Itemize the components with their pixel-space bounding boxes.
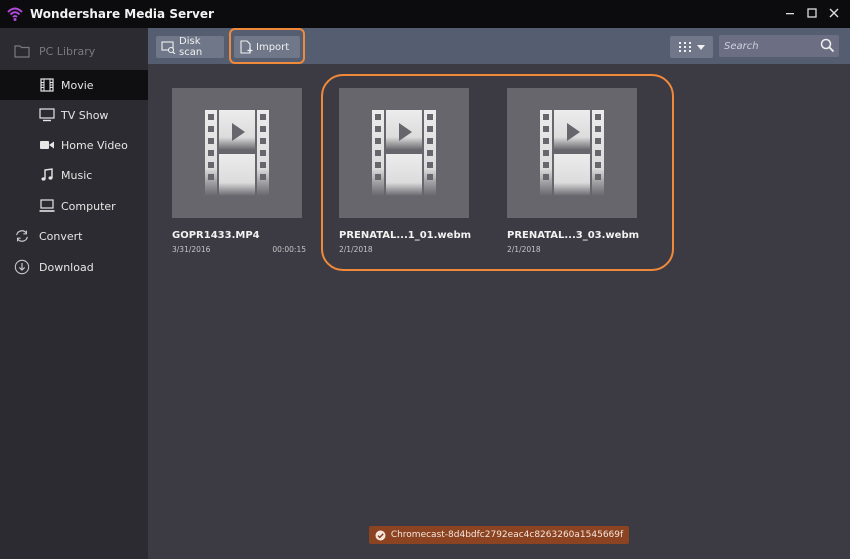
sidebar-item-computer[interactable]: Computer — [0, 191, 148, 221]
sidebar-item-download[interactable]: Download — [0, 252, 148, 282]
sidebar-item-label: Computer — [61, 199, 116, 213]
sidebar-item-label: Movie — [61, 78, 94, 92]
film-strip-play-icon — [205, 110, 269, 196]
wifi-logo-icon — [6, 5, 24, 23]
sidebar-item-label: Convert — [39, 229, 83, 243]
view-mode-button[interactable] — [670, 36, 713, 58]
sidebar-item-label: Download — [39, 260, 94, 274]
media-date: 2/1/2018 — [339, 245, 373, 254]
media-card[interactable]: GOPR1433.MP4 3/31/2016 00:00:15 — [172, 88, 308, 254]
monitor-icon — [39, 107, 55, 123]
film-icon — [39, 77, 55, 93]
media-card[interactable]: PRENATAL...1_01.webm 2/1/2018 — [339, 88, 475, 254]
media-duration: 00:00:15 — [272, 245, 306, 254]
maximize-icon — [807, 8, 817, 18]
media-card[interactable]: PRENATAL...3_03.webm 2/1/2018 — [507, 88, 643, 254]
import-label: Import — [256, 41, 290, 53]
sidebar-item-home-video[interactable]: Home Video — [0, 130, 148, 160]
grid-view-icon — [678, 42, 691, 52]
computer-icon — [39, 198, 55, 214]
minimize-icon — [786, 13, 794, 15]
disk-scan-icon — [161, 40, 176, 54]
import-icon — [239, 40, 253, 54]
media-meta: 3/31/2016 00:00:15 — [172, 245, 306, 254]
music-note-icon — [39, 167, 55, 183]
sidebar: PC Library Movie TV Show Home Video Musi… — [0, 28, 148, 559]
film-strip-play-icon — [540, 110, 604, 196]
disk-scan-label: Disk scan — [179, 36, 203, 58]
chevron-down-icon — [696, 44, 705, 50]
sidebar-item-movie[interactable]: Movie — [0, 70, 148, 100]
media-meta: 2/1/2018 — [339, 245, 473, 254]
film-strip-play-icon — [372, 110, 436, 196]
import-button[interactable]: Import — [234, 36, 300, 58]
convert-icon — [14, 228, 30, 244]
media-title: PRENATAL...1_01.webm — [339, 230, 472, 241]
media-date: 2/1/2018 — [507, 245, 541, 254]
folder-icon — [14, 43, 30, 59]
close-icon — [829, 8, 839, 18]
sidebar-item-label: PC Library — [39, 44, 96, 58]
media-thumbnail — [507, 88, 637, 218]
app-title: Wondershare Media Server — [30, 7, 214, 21]
media-grid: GOPR1433.MP4 3/31/2016 00:00:15 PRENATAL… — [148, 64, 850, 559]
sidebar-item-label: TV Show — [61, 108, 109, 122]
close-button[interactable] — [826, 4, 842, 22]
sidebar-item-pc-library[interactable]: PC Library — [0, 36, 148, 66]
chromecast-status-bar: Chromecast-8d4bdfc2792eac4c8263260a15456… — [369, 526, 629, 544]
search-input[interactable] — [724, 40, 816, 52]
search-box — [719, 35, 839, 57]
media-thumbnail — [172, 88, 302, 218]
maximize-button[interactable] — [804, 4, 820, 22]
sidebar-item-tv-show[interactable]: TV Show — [0, 100, 148, 130]
window-controls — [782, 4, 842, 22]
video-camera-icon — [39, 137, 55, 153]
sidebar-item-label: Music — [61, 168, 93, 182]
media-title: GOPR1433.MP4 — [172, 230, 260, 241]
disk-scan-button[interactable]: Disk scan — [156, 36, 224, 58]
search-icon[interactable] — [820, 38, 835, 57]
media-thumbnail — [339, 88, 469, 218]
media-date: 3/31/2016 — [172, 245, 211, 254]
status-text: Chromecast-8d4bdfc2792eac4c8263260a15456… — [390, 530, 624, 540]
minimize-button[interactable] — [782, 4, 798, 22]
media-title: PRENATAL...3_03.webm — [507, 230, 640, 241]
media-meta: 2/1/2018 — [507, 245, 641, 254]
title-bar: Wondershare Media Server — [0, 0, 850, 28]
sidebar-item-music[interactable]: Music — [0, 160, 148, 190]
check-circle-icon — [375, 530, 386, 541]
toolbar: Disk scan Import — [148, 28, 850, 64]
sidebar-item-convert[interactable]: Convert — [0, 221, 148, 251]
sidebar-item-label: Home Video — [61, 138, 128, 152]
download-icon — [14, 259, 30, 275]
